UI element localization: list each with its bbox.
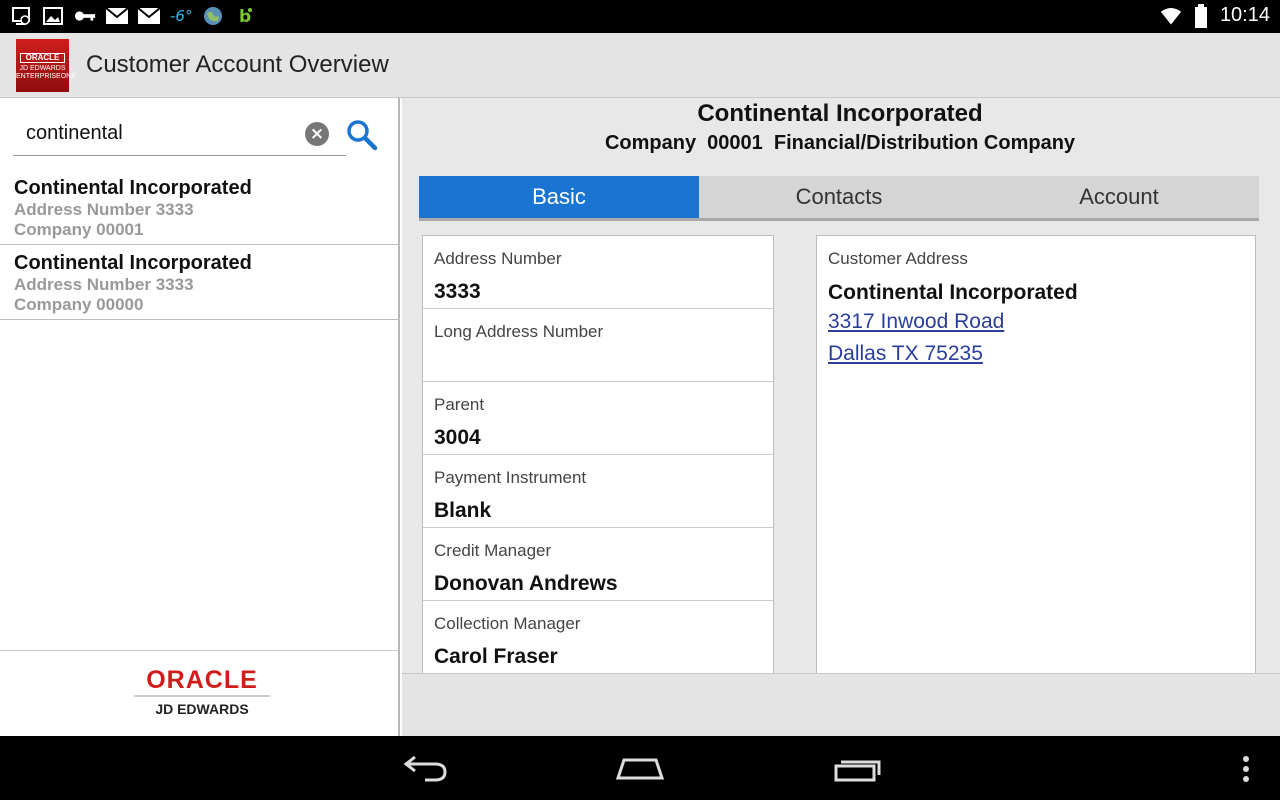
- result-company: Company 00001: [14, 220, 144, 239]
- field-collection-manager: Collection Manager Carol Fraser: [423, 601, 773, 674]
- navigation-bar: [0, 736, 1280, 800]
- search-box: ×: [13, 112, 346, 156]
- wifi-icon: [1160, 6, 1182, 26]
- branding-footer: ORACLE JD EDWARDS: [0, 650, 398, 736]
- address-label: Customer Address: [828, 249, 968, 268]
- list-item[interactable]: Continental Incorporated Address Number …: [0, 170, 400, 245]
- app-screen: -6° b 10:14 ORACLE JD EDWARDS ENTERPRISE…: [0, 0, 1280, 800]
- logo-e1-text: ENTERPRISEONE: [16, 73, 76, 80]
- clock-time: 10:14: [1219, 4, 1270, 26]
- basic-fields-card: Address Number 3333 Long Address Number …: [422, 235, 774, 675]
- tab-basic[interactable]: Basic: [419, 176, 699, 218]
- detail-panel: Continental Incorporated Company 00001 F…: [402, 98, 1280, 736]
- recent-apps-icon: [834, 760, 881, 782]
- customer-address-card: Customer Address Continental Incorporate…: [816, 235, 1256, 675]
- field-payment-instrument: Payment Instrument Blank: [423, 455, 773, 528]
- field-value: 3333: [434, 280, 481, 303]
- search-input[interactable]: [13, 118, 293, 148]
- recent-apps-button[interactable]: [827, 750, 887, 786]
- search-button[interactable]: [345, 118, 379, 152]
- battery-icon: [1190, 3, 1212, 28]
- oracle-jde-logo: ORACLE JD EDWARDS: [134, 667, 270, 717]
- key-icon: [74, 6, 96, 26]
- system-status: 10:14: [1160, 3, 1270, 28]
- result-name: Continental Incorporated: [14, 252, 252, 274]
- field-label: Long Address Number: [434, 322, 604, 341]
- home-button[interactable]: [610, 750, 670, 786]
- field-label: Address Number: [434, 249, 562, 268]
- field-parent: Parent 3004: [423, 382, 773, 455]
- notification-icons: -6° b: [10, 6, 256, 26]
- address-line2-link[interactable]: Dallas TX 75235: [828, 338, 1255, 370]
- oracle-wordmark: ORACLE: [134, 667, 270, 697]
- field-credit-manager: Credit Manager Donovan Andrews: [423, 528, 773, 601]
- image-icon: [42, 6, 64, 26]
- logo-jde-text: JD EDWARDS: [19, 65, 66, 72]
- address-line1-link[interactable]: 3317 Inwood Road: [828, 306, 1255, 338]
- field-value: Blank: [434, 499, 492, 522]
- home-icon: [615, 758, 665, 780]
- app-logo[interactable]: ORACLE JD EDWARDS ENTERPRISEONE: [16, 39, 76, 92]
- logo-oracle-text: ORACLE: [20, 53, 65, 63]
- screenshot-icon: [10, 6, 32, 26]
- field-label: Collection Manager: [434, 614, 581, 633]
- temperature-text: -6°: [170, 7, 193, 25]
- list-item[interactable]: Continental Incorporated Address Number …: [0, 245, 400, 320]
- field-label: Payment Instrument: [434, 468, 587, 487]
- company-subheading: Company 00001 Financial/Distribution Com…: [604, 132, 1076, 154]
- globe-icon: [202, 6, 224, 26]
- field-long-address-number: Long Address Number: [423, 309, 773, 382]
- search-icon: [347, 120, 378, 151]
- detail-tabs: Basic Contacts Account: [419, 176, 1259, 221]
- back-icon: [403, 755, 447, 782]
- mail-icon: [138, 6, 160, 26]
- status-bar: -6° b 10:14: [0, 0, 1280, 33]
- search-panel: × Continental Incorporated Address Numbe…: [0, 98, 400, 736]
- bottom-toolbar: [402, 673, 1280, 736]
- field-address-number: Address Number 3333: [423, 236, 773, 309]
- field-value: Carol Fraser: [434, 645, 558, 668]
- jde-wordmark: JD EDWARDS: [155, 701, 249, 717]
- clear-search-button[interactable]: ×: [305, 122, 329, 146]
- tab-account[interactable]: Account: [979, 176, 1259, 218]
- action-bar: ORACLE JD EDWARDS ENTERPRISEONE Customer…: [0, 33, 1280, 98]
- result-name: Continental Incorporated: [14, 177, 252, 199]
- result-company: Company 00000: [14, 295, 144, 314]
- field-value: Donovan Andrews: [434, 572, 618, 595]
- customer-name-heading: Continental Incorporated: [697, 100, 983, 127]
- mail-icon: [106, 6, 128, 26]
- app-b-icon: b: [234, 6, 256, 26]
- result-address-number: Address Number 3333: [14, 200, 194, 219]
- result-address-number: Address Number 3333: [14, 275, 194, 294]
- app-title: Customer Account Overview: [86, 51, 389, 78]
- address-name: Continental Incorporated: [828, 281, 1078, 304]
- field-label: Parent: [434, 395, 485, 414]
- tab-contacts[interactable]: Contacts: [699, 176, 979, 218]
- back-button[interactable]: [395, 750, 455, 786]
- overflow-menu-icon: [1243, 756, 1249, 782]
- field-label: Credit Manager: [434, 541, 552, 560]
- overflow-menu-button[interactable]: [1242, 755, 1250, 783]
- clear-icon: ×: [309, 124, 325, 144]
- field-value: 3004: [434, 426, 481, 449]
